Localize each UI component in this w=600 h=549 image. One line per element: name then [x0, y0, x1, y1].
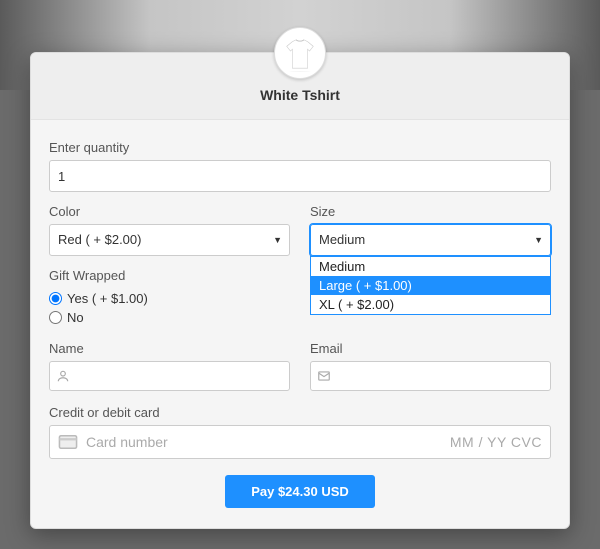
email-input[interactable] [337, 362, 544, 390]
card-input-row[interactable]: Card number MM / YY CVC [49, 425, 551, 459]
form-body: Enter quantity Color Red ( + $2.00) Size… [31, 120, 569, 524]
size-select[interactable]: Medium [310, 224, 551, 256]
size-option-large[interactable]: Large ( + $1.00) [311, 276, 550, 295]
mail-icon [317, 369, 331, 383]
quantity-label: Enter quantity [49, 140, 551, 155]
gift-yes-radio[interactable] [49, 292, 62, 305]
email-label: Email [310, 341, 551, 356]
size-option-medium[interactable]: Medium [311, 257, 550, 276]
email-input-wrap[interactable] [310, 361, 551, 391]
color-label: Color [49, 204, 290, 219]
tshirt-icon [281, 34, 319, 72]
product-avatar [274, 27, 326, 79]
size-dropdown: Medium Large ( + $1.00) XL ( + $2.00) [310, 256, 551, 315]
person-icon [56, 369, 70, 383]
quantity-input[interactable] [49, 160, 551, 192]
name-input[interactable] [76, 362, 283, 390]
name-label: Name [49, 341, 290, 356]
gift-no-radio[interactable] [49, 311, 62, 324]
size-label: Size [310, 204, 551, 219]
card-label: Credit or debit card [49, 405, 551, 420]
card-expiry-cvc: MM / YY CVC [450, 434, 542, 450]
checkout-modal: White Tshirt Enter quantity Color Red ( … [30, 52, 570, 529]
name-input-wrap[interactable] [49, 361, 290, 391]
card-number-placeholder: Card number [86, 434, 450, 450]
pay-button[interactable]: Pay $24.30 USD [225, 475, 375, 508]
gift-no-label: No [67, 310, 84, 325]
gift-yes-label: Yes ( + $1.00) [67, 291, 148, 306]
size-option-xl[interactable]: XL ( + $2.00) [311, 295, 550, 314]
credit-card-icon [58, 435, 78, 449]
color-select[interactable]: Red ( + $2.00) [49, 224, 290, 256]
